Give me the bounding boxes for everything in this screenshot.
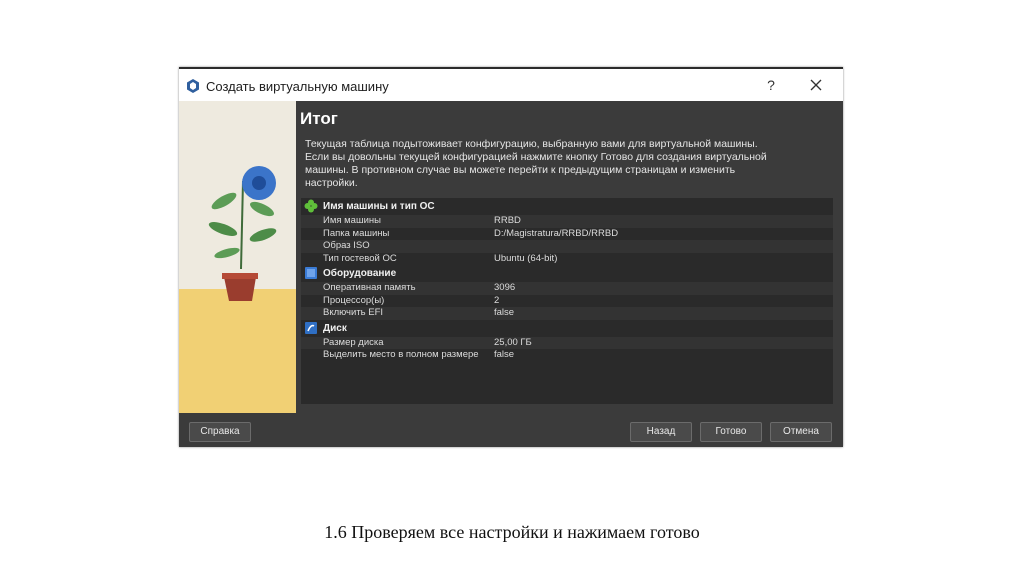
page-description: Текущая таблица подытоживает конфигураци…	[305, 138, 767, 189]
section-title: Диск	[323, 322, 347, 334]
row-key: Имя машины	[323, 215, 381, 226]
row-value: Ubuntu (64-bit)	[494, 252, 558, 264]
row-key: Тип гостевой ОС	[323, 252, 397, 264]
table-row: Размер диска 25,00 ГБ	[301, 336, 833, 349]
hardware-icon	[305, 267, 317, 279]
row-key: Включить EFI	[323, 307, 384, 318]
row-value: false	[494, 307, 515, 318]
page-title: Итог	[300, 109, 338, 128]
create-vm-dialog: Создать виртуальную машину ? Итог Текуща…	[179, 67, 843, 447]
row-value: 25,00 ГБ	[494, 336, 532, 348]
table-row: Включить EFI false	[301, 307, 833, 320]
back-button[interactable]: Назад	[630, 422, 692, 442]
row-value: D:/Magistratura/RRBD/RRBD	[494, 227, 619, 239]
section-title: Оборудование	[323, 268, 397, 279]
section-name-os: Имя машины и тип ОС	[301, 198, 833, 215]
section-hardware: Оборудование	[301, 265, 833, 282]
table-row: Имя машины RRBD	[301, 215, 833, 228]
title-bar: Создать виртуальную машину ?	[179, 67, 843, 101]
section-disk: Диск	[301, 320, 833, 337]
table-row: Выделить место в полном размере false	[301, 349, 833, 362]
wizard-illustration	[179, 101, 296, 413]
section-title: Имя машины и тип ОС	[323, 201, 435, 212]
row-key: Образ ISO	[323, 240, 370, 251]
row-key: Выделить место в полном размере	[323, 349, 479, 360]
row-key: Папка машины	[323, 227, 390, 239]
table-row: Процессор(ы) 2	[301, 295, 833, 308]
table-row: Тип гостевой ОС Ubuntu (64-bit)	[301, 253, 833, 266]
help-button[interactable]: ?	[762, 77, 780, 93]
row-value: false	[494, 349, 515, 360]
help-dialog-button[interactable]: Справка	[189, 422, 251, 442]
virtualbox-icon	[187, 79, 199, 93]
slide-caption: 1.6 Проверяем все настройки и нажимаем г…	[324, 522, 700, 542]
window-title: Создать виртуальную машину	[206, 79, 389, 94]
row-value: RRBD	[494, 215, 521, 226]
table-row: Оперативная память 3096	[301, 282, 833, 295]
row-value: 2	[494, 294, 500, 306]
disk-icon	[305, 321, 317, 334]
cancel-button[interactable]: Отмена	[770, 422, 832, 442]
table-row: Папка машины D:/Magistratura/RRBD/RRBD	[301, 228, 833, 241]
summary-table[interactable]: Имя машины и тип ОС Имя машины RRBD Папка…	[301, 198, 833, 404]
row-value: 3096	[494, 282, 516, 293]
table-row: Образ ISO	[301, 240, 833, 253]
finish-button[interactable]: Готово	[700, 422, 762, 442]
row-key: Процессор(ы)	[323, 294, 385, 306]
row-key: Оперативная память	[323, 282, 416, 293]
name-os-icon	[304, 199, 318, 213]
row-key: Размер диска	[323, 336, 384, 348]
close-icon[interactable]	[807, 76, 825, 94]
